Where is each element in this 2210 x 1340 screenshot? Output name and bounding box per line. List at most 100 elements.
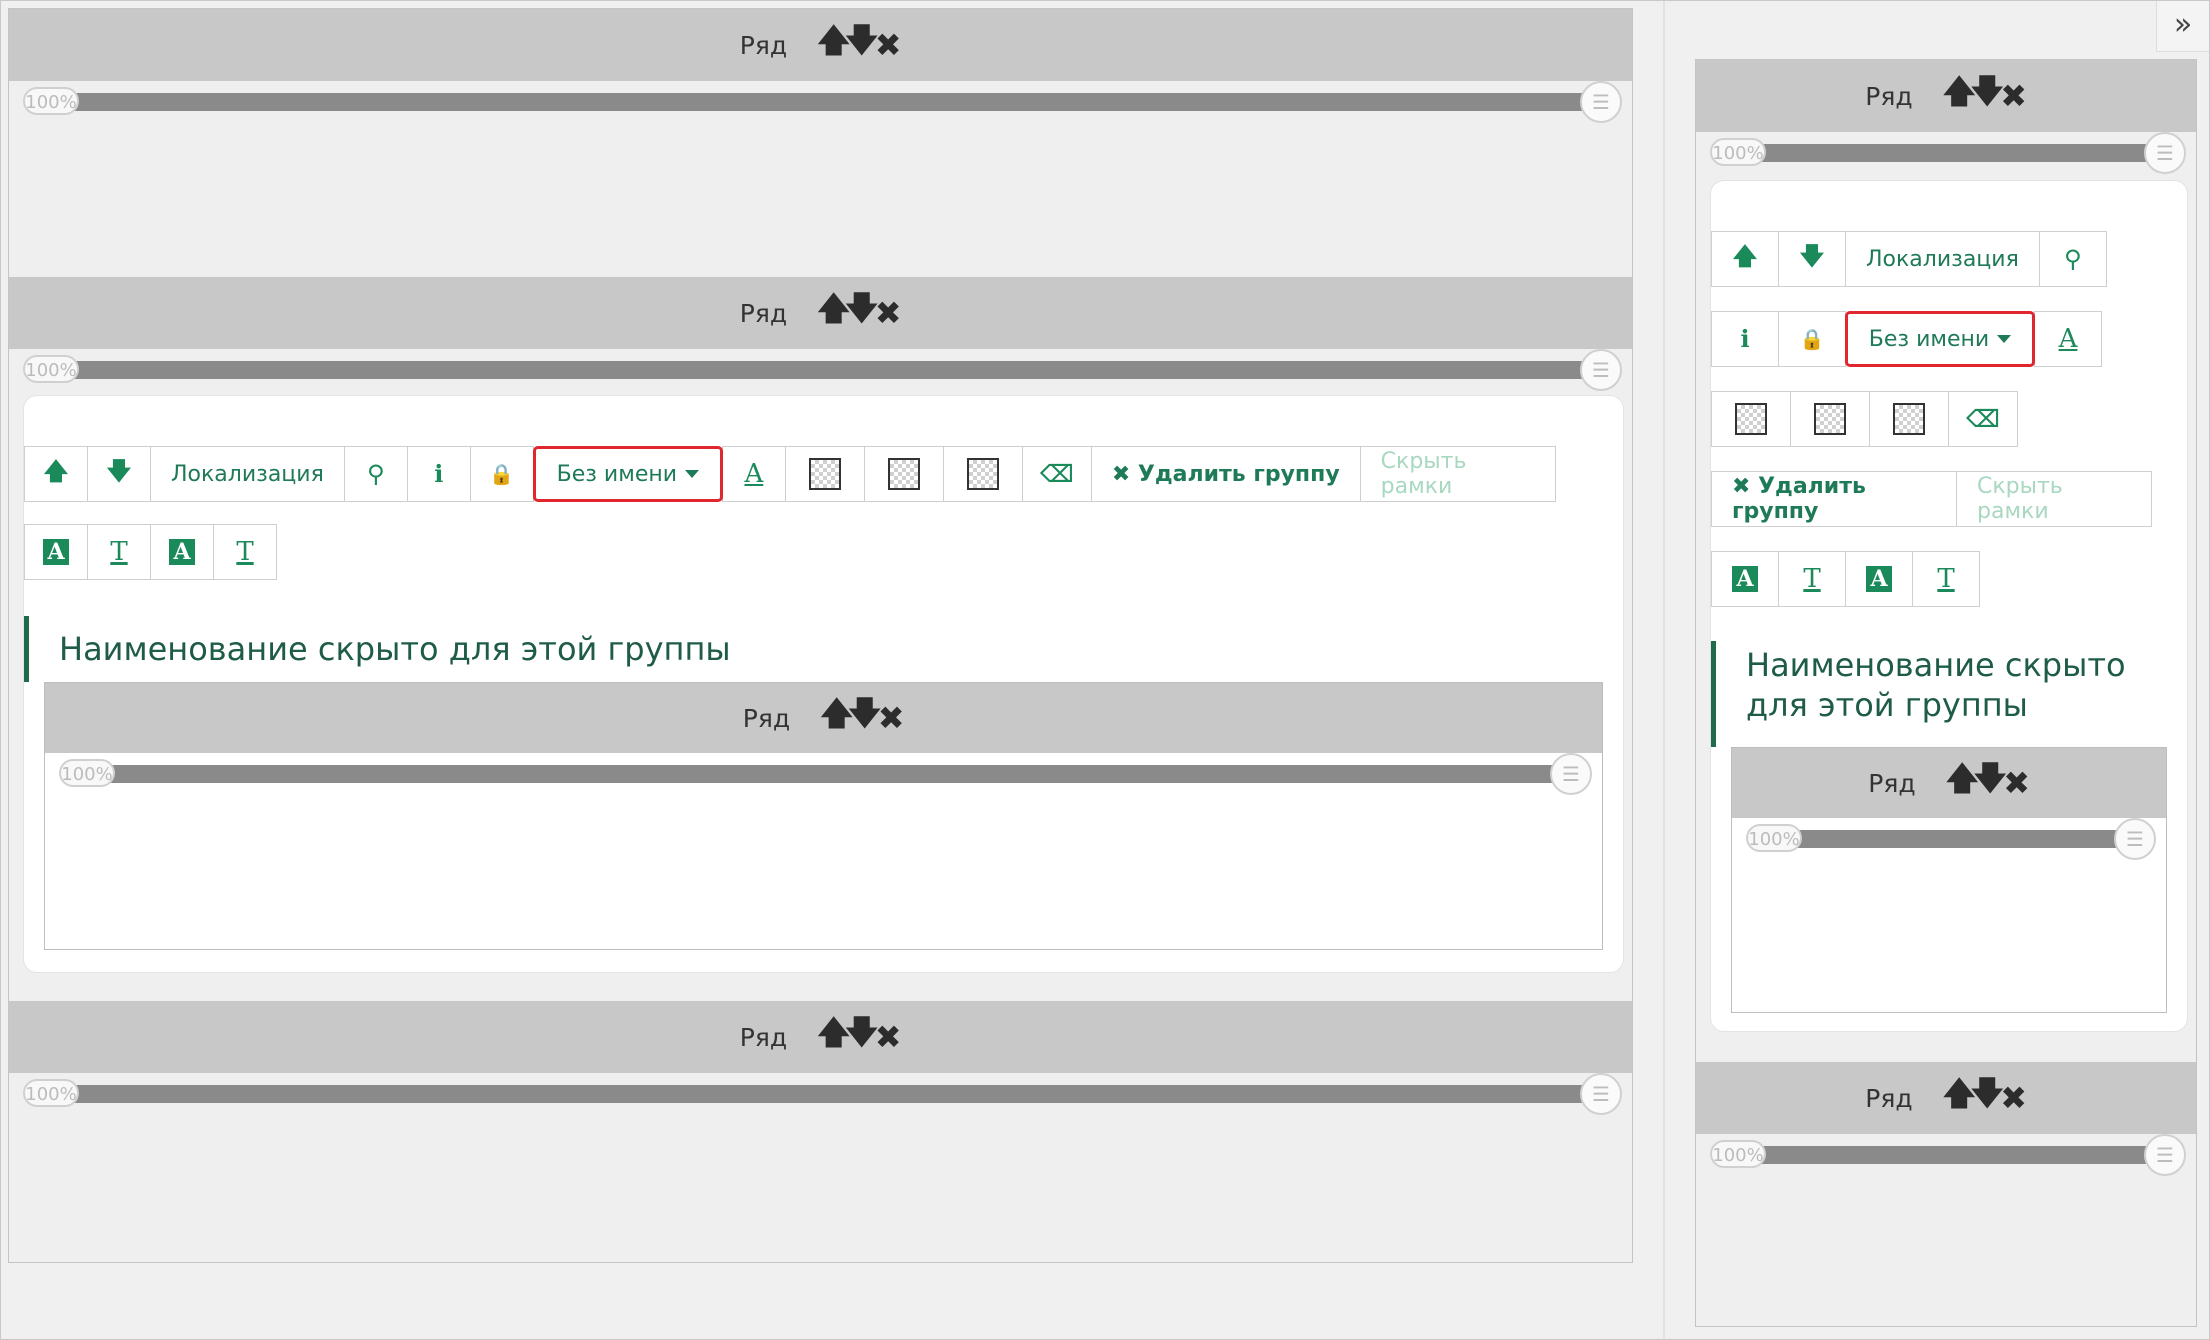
row-move-up-icon[interactable]: 🡅 <box>1946 756 1979 810</box>
row-controls: 🡅 🡇 ✖ <box>817 286 901 340</box>
hide-frames-button[interactable]: Скрыть рамки <box>1956 471 2152 527</box>
collapse-sidebar-button[interactable]: » <box>2156 1 2209 52</box>
text-style-a-icon: A <box>1866 566 1892 592</box>
row-label: Ряд <box>739 30 788 60</box>
style-t-button[interactable]: T <box>1912 551 1980 607</box>
row-delete-icon[interactable]: ✖ <box>2002 764 2030 802</box>
row-move-up-icon[interactable]: 🡅 <box>1943 1071 1976 1125</box>
row-label: Ряд <box>742 703 791 733</box>
style-t-button[interactable]: T <box>213 524 277 580</box>
row-delete-icon[interactable]: ✖ <box>1999 77 2027 115</box>
row-move-down-icon[interactable]: 🡇 <box>845 18 878 72</box>
row-move-up-icon[interactable]: 🡅 <box>1943 69 1976 123</box>
group-toolbar: 🡅 🡇 Локализация ⚲ ℹ 🔒 Без имени A ⌫ ✖ Уд… <box>24 446 1556 502</box>
slider-track <box>49 93 1596 111</box>
info-icon: ℹ <box>1740 325 1750 353</box>
slider-handle-icon[interactable]: ☰ <box>2144 132 2186 174</box>
hide-frames-button[interactable]: Скрыть рамки <box>1359 446 1556 502</box>
row-label: Ряд <box>1865 1083 1913 1113</box>
name-dropdown-button[interactable]: Без имени <box>1845 311 2035 367</box>
background-button[interactable] <box>863 446 944 502</box>
style-a-button[interactable]: A <box>1711 551 1779 607</box>
background-button[interactable] <box>1869 391 1949 447</box>
search-button[interactable]: ⚲ <box>2038 231 2107 287</box>
info-button[interactable]: ℹ <box>1711 311 1779 367</box>
background-button[interactable] <box>1711 391 1791 447</box>
app-frame: Ряд 🡅 🡇 ✖ 100% ☰ Ряд 🡅 🡇 ✖ 100% ☰ 🡅 🡇 Ло… <box>0 0 2210 1340</box>
row-move-down-icon[interactable]: 🡇 <box>1971 69 2004 123</box>
style-a-button[interactable]: A <box>150 524 214 580</box>
row-delete-icon[interactable]: ✖ <box>873 1018 902 1056</box>
name-dropdown-button[interactable]: Без имени <box>532 446 723 502</box>
row-move-up-icon[interactable]: 🡅 <box>817 286 850 340</box>
row-move-up-icon[interactable]: 🡅 <box>820 691 853 745</box>
slider-handle-icon[interactable]: ☰ <box>2144 1134 2186 1176</box>
row-header: Ряд 🡅 🡇 ✖ <box>1696 60 2196 132</box>
localization-button[interactable]: Локализация <box>1845 231 2040 287</box>
style-t-button[interactable]: T <box>87 524 151 580</box>
localization-button[interactable]: Локализация <box>150 446 345 502</box>
row-width-slider[interactable]: 100% ☰ <box>9 81 1632 123</box>
row-width-slider[interactable]: 100% ☰ <box>9 349 1632 391</box>
style-t-button[interactable]: T <box>1778 551 1846 607</box>
slider-handle-icon[interactable]: ☰ <box>1550 753 1592 795</box>
slider-handle-icon[interactable]: ☰ <box>1580 81 1622 123</box>
row-delete-icon[interactable]: ✖ <box>1999 1079 2027 1117</box>
text-color-button[interactable]: A <box>2034 311 2102 367</box>
row-move-down-icon[interactable]: 🡇 <box>1971 1071 2004 1125</box>
slider-handle-icon[interactable]: ☰ <box>1580 349 1622 391</box>
row-width-slider[interactable]: 100% ☰ <box>9 1073 1632 1115</box>
row-delete-icon[interactable]: ✖ <box>876 699 905 737</box>
group-toolbar: ⌫ <box>1711 391 2018 447</box>
chevron-down-icon <box>1997 335 2012 343</box>
row-width-slider[interactable]: 100% ☰ <box>1696 1134 2196 1176</box>
lock-button[interactable]: 🔒 <box>469 446 534 502</box>
lock-icon: 🔒 <box>489 462 515 486</box>
transparent-bg-icon <box>966 458 999 490</box>
slider-handle-icon[interactable]: ☰ <box>2114 818 2156 860</box>
row-move-down-icon[interactable]: 🡇 <box>1974 756 2007 810</box>
preview-panel: Ряд 🡅 🡇 ✖ 100% ☰ 🡅 🡇 Локализация ⚲ ℹ 🔒 Б <box>1695 59 2197 1327</box>
row-body <box>9 119 1632 277</box>
background-button[interactable] <box>1790 391 1870 447</box>
row-move-up-icon[interactable]: 🡅 <box>817 1010 850 1064</box>
row-move-down-icon[interactable]: 🡇 <box>845 286 878 340</box>
eraser-button[interactable]: ⌫ <box>1021 446 1092 502</box>
search-button[interactable]: ⚲ <box>343 446 408 502</box>
slider-percent: 100% <box>1710 1140 1766 1168</box>
row-move-down-icon[interactable]: 🡇 <box>848 691 881 745</box>
lock-button[interactable]: 🔒 <box>1778 311 1846 367</box>
row-label: Ряд <box>1865 81 1913 111</box>
delete-group-button[interactable]: ✖ Удалить группу <box>1090 446 1361 502</box>
move-up-button[interactable]: 🡅 <box>24 446 88 502</box>
move-down-button[interactable]: 🡇 <box>87 446 151 502</box>
group-hidden-title-line: для этой группы <box>1746 686 2028 724</box>
slider-percent: 100% <box>23 87 79 115</box>
name-dropdown-label: Без имени <box>1868 326 1990 352</box>
slider-handle-icon[interactable]: ☰ <box>1580 1073 1622 1115</box>
row-width-slider[interactable]: 100% ☰ <box>1732 818 2166 860</box>
slider-track <box>85 765 1566 783</box>
row-header: Ряд 🡅 🡇 ✖ <box>1732 748 2166 818</box>
background-button[interactable] <box>942 446 1023 502</box>
transparent-bg-icon <box>1814 403 1846 435</box>
eraser-button[interactable]: ⌫ <box>1948 391 2018 447</box>
move-down-button[interactable]: 🡇 <box>1778 231 1846 287</box>
row-move-up-icon[interactable]: 🡅 <box>817 18 850 72</box>
row-delete-icon[interactable]: ✖ <box>873 294 902 332</box>
row-width-slider[interactable]: 100% ☰ <box>45 753 1602 795</box>
slider-track <box>49 361 1596 379</box>
info-button[interactable]: ℹ <box>406 446 471 502</box>
row-move-down-icon[interactable]: 🡇 <box>845 1010 878 1064</box>
move-up-button[interactable]: 🡅 <box>1711 231 1779 287</box>
style-a-button[interactable]: A <box>24 524 88 580</box>
text-color-button[interactable]: A <box>721 446 786 502</box>
transparent-bg-icon <box>1893 403 1925 435</box>
group-toolbar: ✖ Удалить группу Скрыть рамки <box>1711 471 2152 527</box>
style-a-button[interactable]: A <box>1845 551 1913 607</box>
background-button[interactable] <box>784 446 865 502</box>
row-delete-icon[interactable]: ✖ <box>873 26 902 64</box>
name-dropdown-label: Без имени <box>556 461 678 487</box>
row-width-slider[interactable]: 100% ☰ <box>1696 132 2196 174</box>
delete-group-button[interactable]: ✖ Удалить группу <box>1711 471 1957 527</box>
